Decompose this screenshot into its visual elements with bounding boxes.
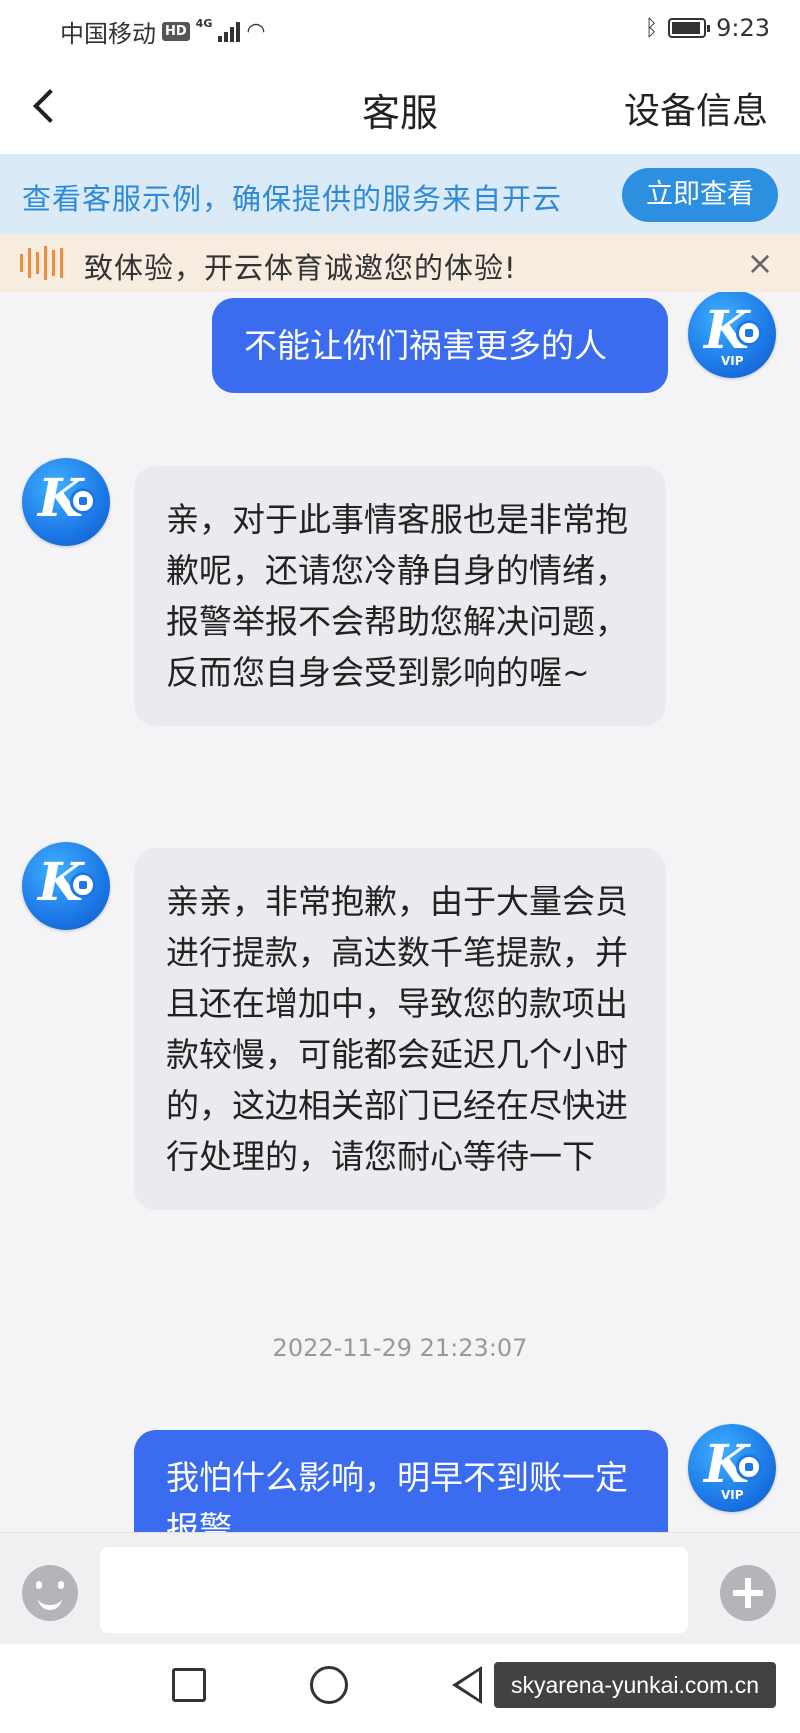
wifi-icon: ◠ (246, 19, 266, 44)
clock: 9:23 (716, 14, 770, 42)
vip-label: VIP (721, 354, 744, 368)
announcement-marquee: 致体验，开云体育诚邀您的体验! × (0, 234, 800, 292)
football-icon (736, 320, 762, 346)
agent-message-bubble: 亲亲，非常抱歉，由于大量会员进行提款，高达数千笔提款，并且还在增加中，导致您的款… (134, 848, 666, 1210)
agent-message-bubble: 亲，对于此事情客服也是非常抱歉呢，还请您冷静自身的情绪，报警举报不会帮助您解决问… (134, 466, 666, 726)
agent-avatar[interactable]: K (22, 458, 110, 546)
home-icon[interactable] (310, 1666, 348, 1704)
signal-icon (218, 21, 241, 42)
view-now-button[interactable]: 立即查看 (622, 168, 778, 222)
football-icon (70, 872, 96, 898)
notice-banner: 查看客服示例，确保提供的服务来自开云 立即查看 (0, 154, 800, 234)
network-label: 4G (195, 17, 213, 30)
message-timestamp: 2022-11-29 21:23:07 (272, 1334, 528, 1362)
vip-label: VIP (721, 1488, 744, 1502)
user-message-bubble: 我怕什么影响，明早不到账一定报警 (134, 1430, 668, 1532)
watermark: skyarena-yunkai.com.cn (494, 1662, 776, 1708)
football-icon (70, 488, 96, 514)
message-input[interactable] (100, 1547, 688, 1633)
status-left: 中国移动 HD 4G ◠ (60, 14, 266, 49)
back-triangle-icon[interactable] (452, 1666, 482, 1704)
nav-bar: 客服 设备信息 (0, 58, 800, 154)
marquee-text: 致体验，开云体育诚邀您的体验! (84, 251, 517, 285)
agent-avatar[interactable]: K (22, 842, 110, 930)
close-icon[interactable]: × (742, 244, 778, 282)
vip-avatar[interactable]: K VIP (688, 292, 776, 378)
sound-wave-icon (20, 246, 63, 280)
plus-icon[interactable] (720, 1565, 776, 1621)
chat-area[interactable]: 不能让你们祸害更多的人 K VIP K 亲，对于此事情客服也是非常抱歉呢，还请您… (0, 292, 800, 1532)
device-info-button[interactable]: 设备信息 (624, 82, 768, 134)
bluetooth-icon: ᛒ (644, 15, 659, 41)
battery-icon (668, 18, 711, 38)
vip-avatar[interactable]: K VIP (688, 1424, 776, 1512)
message-input-bar (0, 1532, 800, 1644)
emoji-icon[interactable] (22, 1565, 78, 1621)
user-message-bubble: 不能让你们祸害更多的人 (212, 298, 668, 393)
carrier-label: 中国移动 (60, 20, 156, 48)
status-bar: 中国移动 HD 4G ◠ ᛒ 9:23 (0, 0, 800, 58)
status-right: ᛒ 9:23 (645, 14, 770, 42)
notice-text: 查看客服示例，确保提供的服务来自开云 (22, 182, 563, 216)
recent-apps-icon[interactable] (172, 1668, 206, 1702)
hd-badge: HD (162, 22, 190, 41)
football-icon (736, 1454, 762, 1480)
